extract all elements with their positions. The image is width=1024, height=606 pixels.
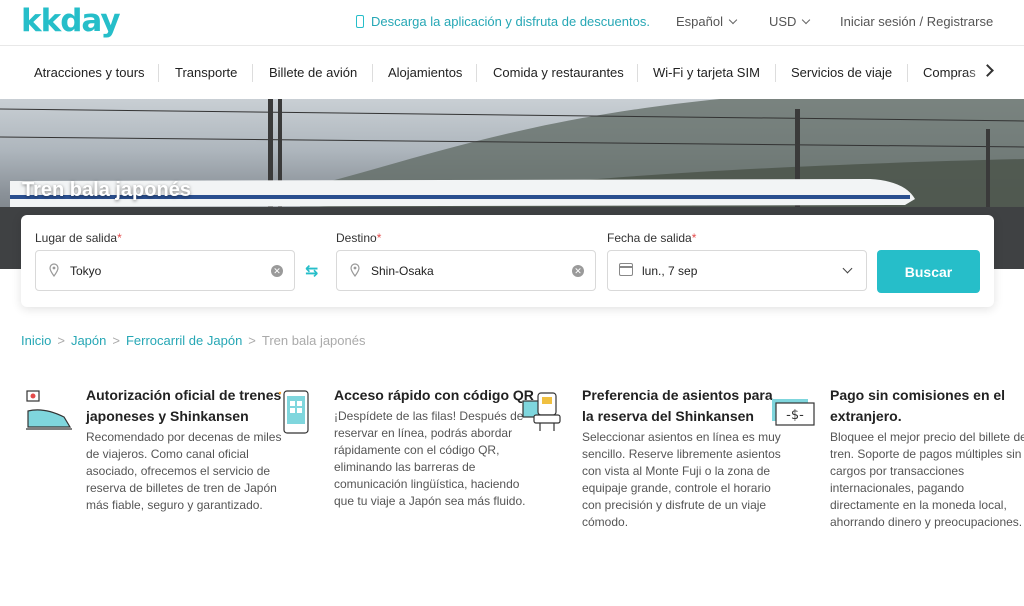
feature-text: Seleccionar asientos en línea es muy sen… bbox=[582, 430, 781, 529]
required-mark: * bbox=[376, 231, 382, 245]
breadcrumb-current: Tren bala japonés bbox=[261, 333, 366, 348]
nav-item-attractions[interactable]: Atracciones y tours bbox=[34, 65, 145, 80]
breadcrumb-japan-rail[interactable]: Ferrocarril de Japón bbox=[126, 333, 242, 348]
origin-value: Tokyo bbox=[70, 264, 102, 278]
destination-field[interactable]: Shin-Osaka ✕ bbox=[336, 250, 596, 291]
hero-title: Tren bala japonés bbox=[22, 179, 191, 201]
breadcrumb: Inicio > Japón > Ferrocarril de Japón > Tren b… bbox=[21, 333, 365, 348]
feature-text: Bloquee el mejor precio del billete de t… bbox=[830, 430, 1024, 529]
feature-official-authorization: Autorización oficial de trenes japoneses… bbox=[26, 385, 286, 514]
destination-value: Shin-Osaka bbox=[371, 264, 434, 278]
nav-divider bbox=[775, 64, 776, 82]
search-card: Lugar de salida* Tokyo ✕ ⇆ Destino* Shin… bbox=[21, 215, 994, 307]
required-mark: * bbox=[117, 231, 122, 245]
seat-icon bbox=[522, 392, 561, 431]
origin-field[interactable]: Tokyo ✕ bbox=[35, 250, 295, 291]
swap-icon[interactable]: ⇆ bbox=[305, 261, 323, 280]
feature-text: ¡Despídete de las filas! Después de rese… bbox=[334, 409, 526, 508]
feature-no-fees: -$- Pago sin comisiones en el extranjero… bbox=[772, 385, 1024, 531]
nav-fade bbox=[964, 47, 1024, 99]
app-download-link[interactable]: Descarga la aplicación y disfruta de des… bbox=[356, 14, 650, 29]
train-ticket-icon bbox=[26, 390, 72, 430]
currency-value: USD bbox=[769, 14, 797, 29]
breadcrumb-separator: > bbox=[112, 333, 120, 348]
currency-selector[interactable]: USD bbox=[769, 14, 811, 29]
login-register-link[interactable]: Iniciar sesión / Registrarse bbox=[840, 14, 993, 29]
feature-seat-preference: Preferencia de asientos para la reserva … bbox=[522, 385, 782, 531]
destination-label-text: Destino bbox=[336, 231, 377, 245]
feature-text: Recomendado por decenas de miles de viaj… bbox=[86, 430, 282, 512]
feature-title: Acceso rápido con código QR bbox=[334, 387, 534, 403]
location-pin-icon bbox=[350, 263, 360, 277]
chevron-down-icon bbox=[728, 15, 738, 25]
nav-divider bbox=[252, 64, 253, 82]
top-bar: kkday Descarga la aplicación y disfruta … bbox=[0, 0, 1024, 46]
search-button[interactable]: Buscar bbox=[877, 250, 980, 293]
nav-item-transport[interactable]: Transporte bbox=[175, 65, 237, 80]
phone-icon bbox=[356, 15, 364, 28]
date-value: lun., 7 sep bbox=[642, 264, 698, 278]
nav-item-travel-services[interactable]: Servicios de viaje bbox=[791, 65, 892, 80]
date-label: Fecha de salida* bbox=[607, 231, 696, 245]
category-nav: Atracciones y tours Transporte Billete d… bbox=[0, 47, 1024, 99]
money-bill-icon: -$- bbox=[772, 399, 815, 426]
calendar-icon bbox=[619, 263, 633, 276]
feature-title: Pago sin comisiones en el extranjero. bbox=[830, 387, 1006, 424]
nav-divider bbox=[907, 64, 908, 82]
kkday-logo[interactable]: kkday bbox=[21, 3, 121, 39]
location-pin-icon bbox=[49, 263, 59, 277]
feature-qr-access: Acceso rápido con código QR ¡Despídete d… bbox=[278, 385, 534, 510]
language-selector[interactable]: Español bbox=[676, 14, 738, 29]
required-mark: * bbox=[691, 231, 697, 245]
origin-label: Lugar de salida* bbox=[35, 231, 122, 245]
date-label-text: Fecha de salida bbox=[607, 231, 692, 245]
nav-divider bbox=[637, 64, 638, 82]
nav-item-flights[interactable]: Billete de avión bbox=[269, 65, 357, 80]
nav-divider bbox=[158, 64, 159, 82]
language-value: Español bbox=[676, 14, 723, 29]
nav-item-food[interactable]: Comida y restaurantes bbox=[493, 65, 624, 80]
breadcrumb-home[interactable]: Inicio bbox=[21, 333, 51, 348]
app-download-text: Descarga la aplicación y disfruta de des… bbox=[371, 14, 650, 29]
origin-label-text: Lugar de salida bbox=[35, 231, 118, 245]
nav-item-accommodation[interactable]: Alojamientos bbox=[388, 65, 462, 80]
qr-phone-icon bbox=[278, 390, 309, 434]
nav-divider bbox=[476, 64, 477, 82]
feature-title: Autorización oficial de trenes japoneses… bbox=[86, 387, 282, 424]
breadcrumb-separator: > bbox=[57, 333, 65, 348]
destination-label: Destino* bbox=[336, 231, 381, 245]
feature-title: Preferencia de asientos para la reserva … bbox=[582, 387, 773, 424]
nav-item-wifi-sim[interactable]: Wi-Fi y tarjeta SIM bbox=[653, 65, 760, 80]
departure-date-field[interactable]: lun., 7 sep bbox=[607, 250, 867, 291]
clear-origin-icon[interactable]: ✕ bbox=[271, 265, 283, 277]
clear-destination-icon[interactable]: ✕ bbox=[572, 265, 584, 277]
chevron-down-icon bbox=[802, 15, 811, 25]
chevron-down-icon bbox=[842, 263, 853, 274]
nav-divider bbox=[372, 64, 373, 82]
breadcrumb-separator: > bbox=[248, 333, 256, 348]
svg-text:-$-: -$- bbox=[786, 408, 804, 423]
breadcrumb-japan[interactable]: Japón bbox=[71, 333, 106, 348]
